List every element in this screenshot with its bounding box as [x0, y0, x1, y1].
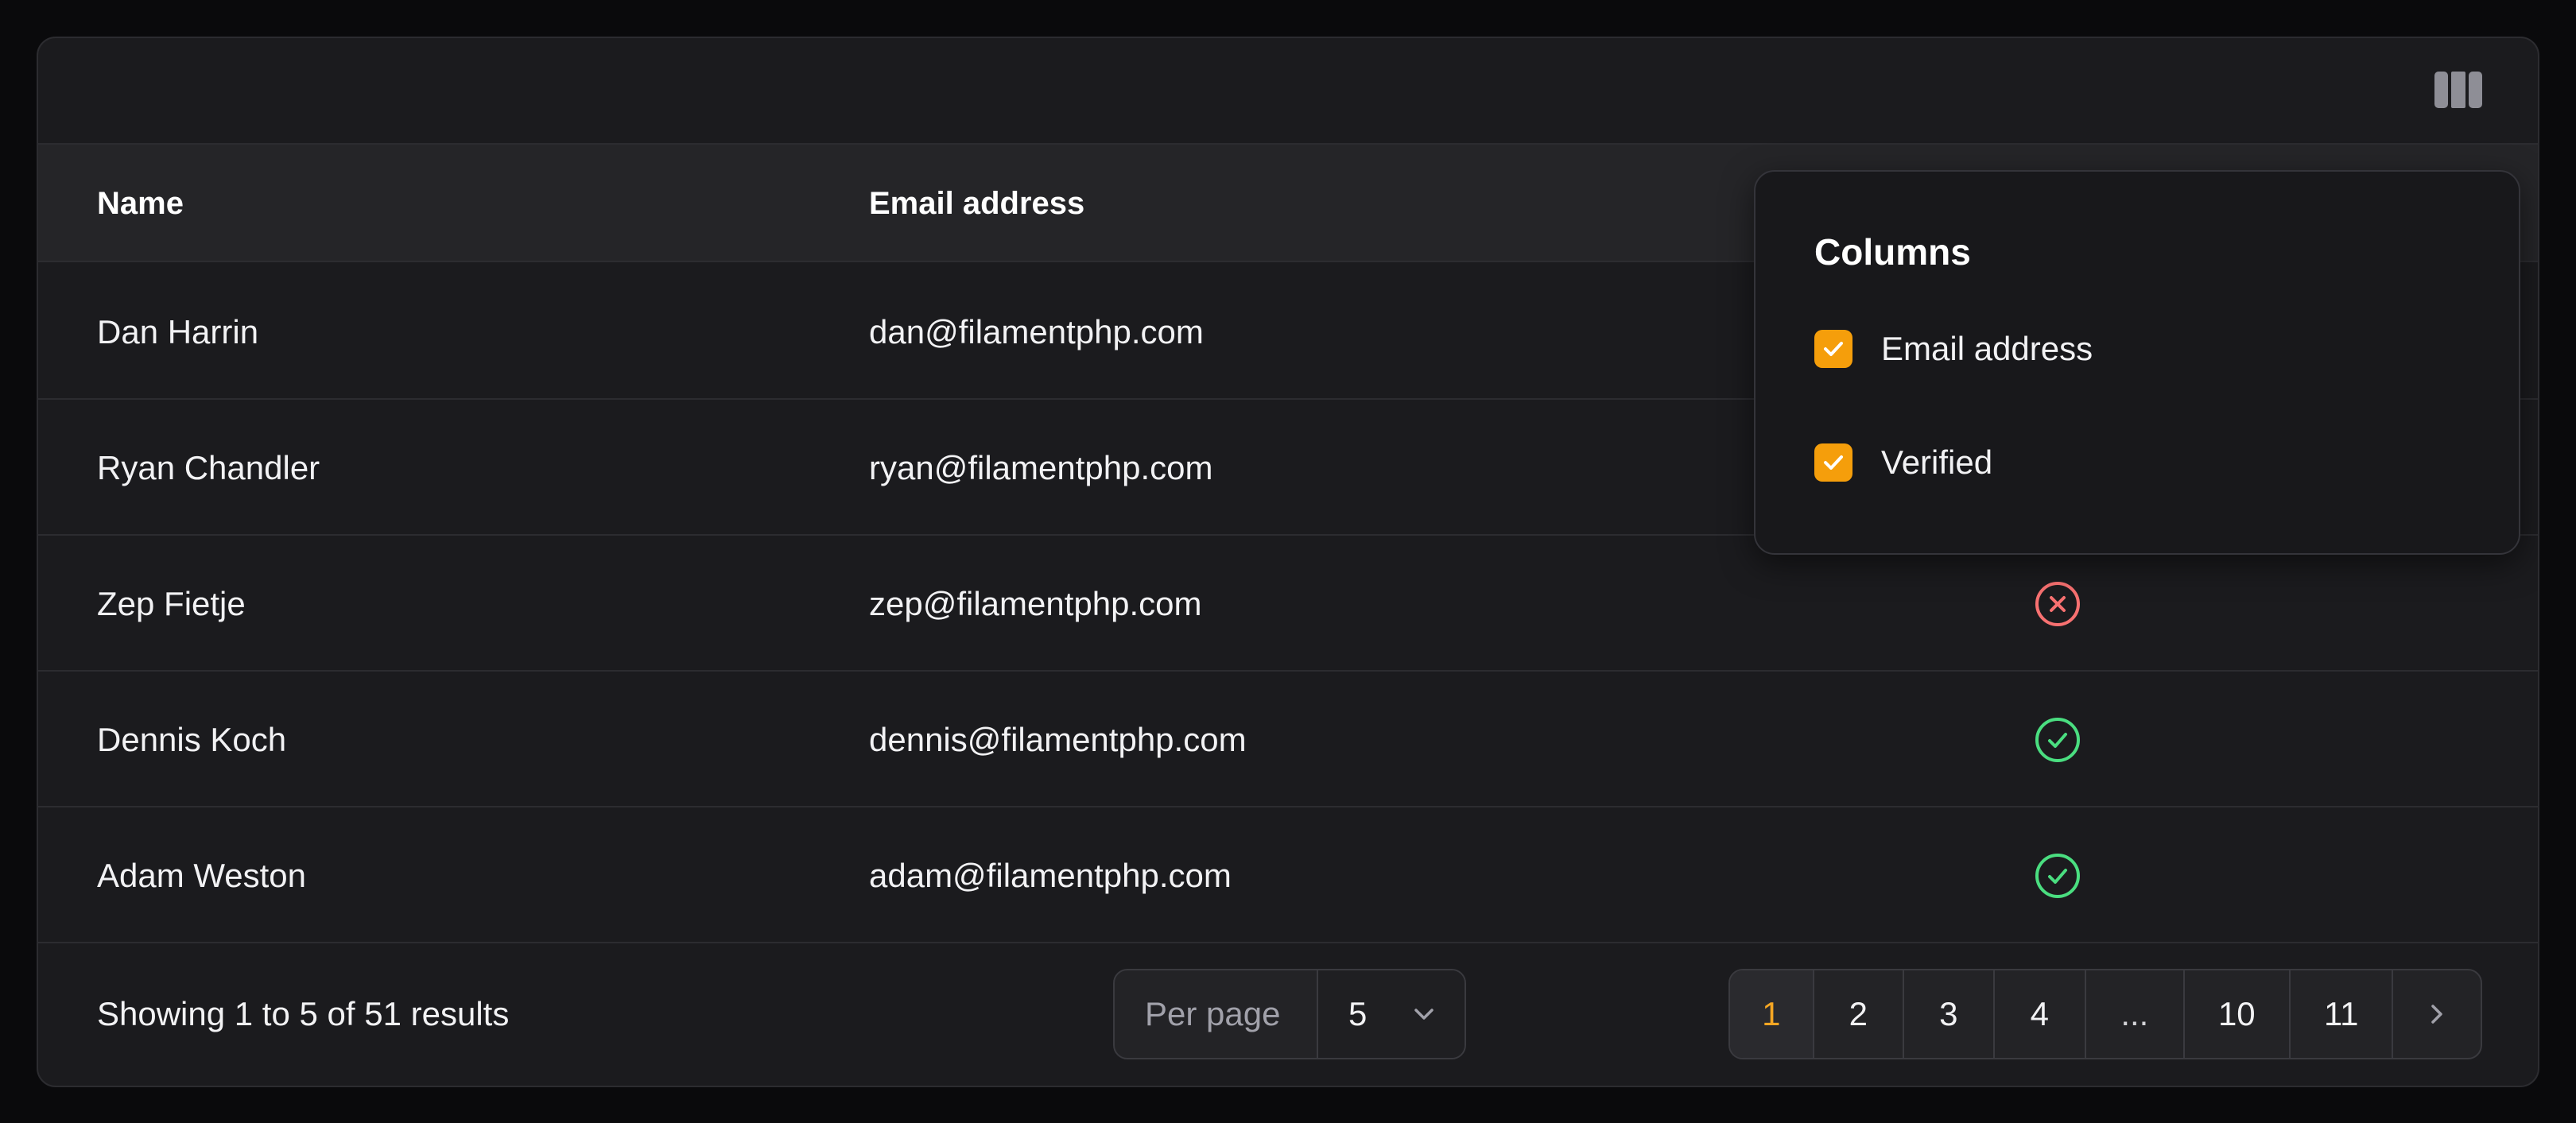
table-row[interactable]: Adam Weston adam@filamentphp.com: [38, 807, 2538, 943]
cell-name: Zep Fietje: [97, 585, 246, 622]
pagination: 1 2 3 4 ... 10 11: [1728, 969, 2482, 1059]
column-option-label: Verified: [1881, 443, 1993, 481]
cell-email: adam@filamentphp.com: [869, 857, 1232, 894]
check-circle-icon: [2034, 716, 2081, 764]
cell-email: dennis@filamentphp.com: [869, 721, 1247, 758]
page-2-button[interactable]: 2: [1814, 970, 1905, 1058]
per-page-control: Per page 5: [1113, 969, 1466, 1059]
page-10-button[interactable]: 10: [2185, 970, 2291, 1058]
results-summary: Showing 1 to 5 of 51 results: [97, 995, 510, 1032]
columns-dropdown-title: Columns: [1814, 231, 1971, 273]
column-option-verified[interactable]: Verified: [1814, 443, 1992, 482]
per-page-value: 5: [1348, 995, 1368, 1032]
table-row[interactable]: Zep Fietje zep@filamentphp.com: [38, 536, 2538, 672]
view-columns-icon[interactable]: [2434, 72, 2482, 108]
column-option-label: Email address: [1881, 330, 2093, 367]
cell-name: Adam Weston: [97, 857, 307, 894]
column-header-name[interactable]: Name: [97, 145, 184, 262]
pagination-ellipsis: ...: [2086, 970, 2185, 1058]
table-footer: Showing 1 to 5 of 51 results Per page 5 …: [38, 941, 2538, 1086]
page-4-button[interactable]: 4: [1995, 970, 2087, 1058]
cell-email: ryan@filamentphp.com: [869, 449, 1213, 486]
column-option-email[interactable]: Email address: [1814, 329, 2093, 369]
per-page-select[interactable]: 5: [1318, 970, 1465, 1058]
cell-email: zep@filamentphp.com: [869, 585, 1202, 622]
cell-email: dan@filamentphp.com: [869, 313, 1204, 350]
cell-name: Ryan Chandler: [97, 449, 320, 486]
per-page-label: Per page: [1115, 970, 1318, 1058]
checkbox[interactable]: [1814, 330, 1852, 368]
page-1-button[interactable]: 1: [1730, 970, 1814, 1058]
page-11-button[interactable]: 11: [2291, 970, 2394, 1058]
checkbox[interactable]: [1814, 443, 1852, 482]
table-card: Name Email address Dan Harrin dan@filame…: [37, 37, 2539, 1087]
next-page-button[interactable]: [2393, 970, 2481, 1058]
check-icon: [1824, 455, 1843, 470]
cell-name: Dan Harrin: [97, 313, 259, 350]
column-header-email[interactable]: Email address: [869, 145, 1084, 262]
chevron-down-icon: [1410, 1001, 1437, 1028]
table-toolbar: [38, 38, 2538, 145]
chevron-right-icon: [2431, 1005, 2443, 1024]
table-row[interactable]: Dennis Koch dennis@filamentphp.com: [38, 672, 2538, 807]
cell-name: Dennis Koch: [97, 721, 287, 758]
check-icon: [1824, 342, 1843, 356]
x-circle-icon: [2034, 580, 2081, 628]
check-circle-icon: [2034, 852, 2081, 900]
page-3-button[interactable]: 3: [1904, 970, 1995, 1058]
columns-dropdown: Columns Email address Verified: [1754, 170, 2520, 555]
